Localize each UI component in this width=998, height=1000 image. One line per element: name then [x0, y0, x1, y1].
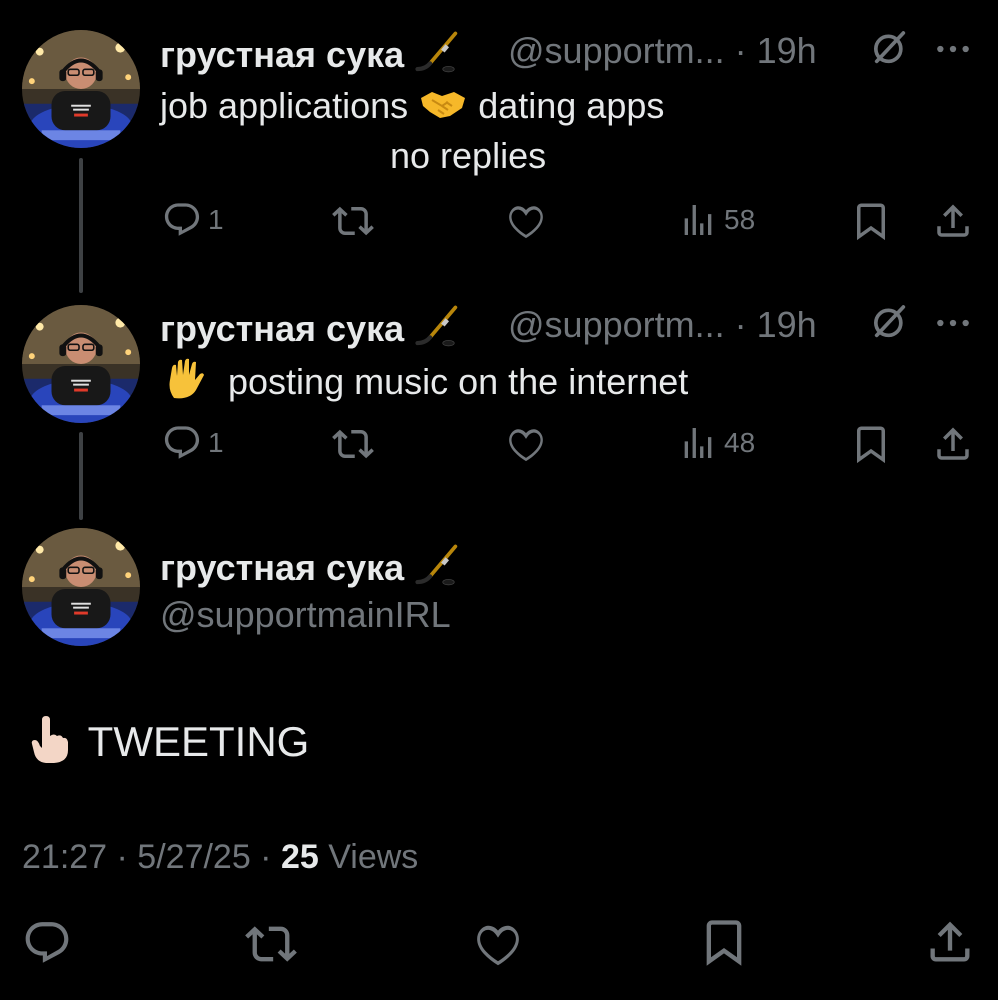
hockey-stick-icon	[414, 30, 460, 85]
like-button[interactable]	[505, 200, 547, 242]
bookmark-icon	[850, 423, 892, 465]
pointing-up-emoji	[26, 716, 72, 774]
handle[interactable]: @supportmainIRL	[160, 594, 451, 636]
timestamp-views[interactable]: 21:27 · 5/27/25 · 25 Views	[22, 838, 418, 877]
handshake-emoji	[418, 84, 468, 133]
retweet-button[interactable]	[332, 200, 374, 242]
views-button[interactable]: 58	[678, 200, 755, 240]
avatar[interactable]	[22, 305, 140, 423]
like-icon	[472, 918, 524, 970]
grok-icon[interactable]	[870, 28, 910, 73]
share-button[interactable]	[932, 200, 974, 242]
handle-and-time[interactable]: @supportm... · 19h	[508, 304, 817, 346]
like-icon	[505, 423, 547, 465]
reply-button[interactable]	[22, 918, 72, 968]
display-name[interactable]: грустная сука	[160, 304, 460, 359]
more-icon[interactable]	[934, 304, 972, 347]
bookmark-button[interactable]	[850, 200, 892, 242]
share-icon	[932, 200, 974, 242]
raised-hand-emoji	[160, 358, 210, 411]
avatar[interactable]	[22, 528, 140, 646]
retweet-icon	[332, 423, 374, 465]
more-icon[interactable]	[934, 30, 972, 73]
bookmark-button[interactable]	[698, 916, 750, 968]
thread-line	[79, 158, 83, 293]
display-name[interactable]: грустная сука	[160, 30, 460, 85]
display-name[interactable]: грустная сука	[160, 543, 460, 598]
bookmark-icon	[698, 916, 750, 968]
share-button[interactable]	[924, 916, 976, 968]
like-button[interactable]	[505, 423, 547, 465]
views-icon	[678, 423, 718, 463]
retweet-button[interactable]	[332, 423, 374, 465]
like-icon	[505, 200, 547, 242]
views-button[interactable]: 48	[678, 423, 755, 463]
share-icon	[932, 423, 974, 465]
tweet-text: job applications dating apps	[160, 84, 664, 133]
retweet-icon	[245, 918, 297, 970]
reply-icon	[162, 200, 202, 240]
main-tweet-text: TWEETING	[26, 716, 309, 774]
tweet-text: posting music on the internet	[160, 358, 688, 411]
thread-line	[79, 432, 83, 520]
grok-icon[interactable]	[870, 302, 910, 347]
reply-icon	[162, 423, 202, 463]
reply-button[interactable]: 1	[162, 200, 224, 240]
handle-and-time[interactable]: @supportm... · 19h	[508, 30, 817, 72]
share-button[interactable]	[932, 423, 974, 465]
bookmark-icon	[850, 200, 892, 242]
reply-icon	[22, 918, 72, 968]
hockey-stick-icon	[414, 543, 460, 598]
hockey-stick-icon	[414, 304, 460, 359]
bookmark-button[interactable]	[850, 423, 892, 465]
like-button[interactable]	[472, 918, 524, 970]
reply-button[interactable]: 1	[162, 423, 224, 463]
tweet-text-line2: no replies	[390, 135, 547, 176]
avatar[interactable]	[22, 30, 140, 148]
share-icon	[924, 916, 976, 968]
retweet-icon	[332, 200, 374, 242]
retweet-button[interactable]	[245, 918, 297, 970]
views-icon	[678, 200, 718, 240]
